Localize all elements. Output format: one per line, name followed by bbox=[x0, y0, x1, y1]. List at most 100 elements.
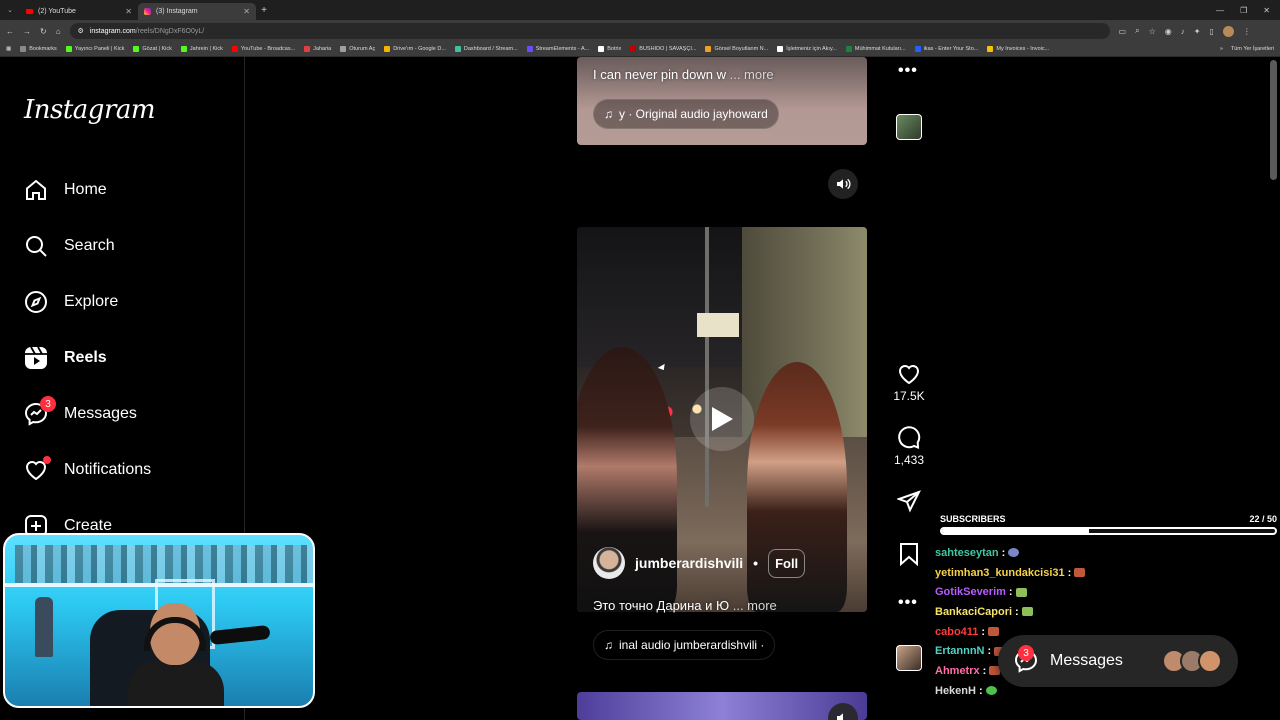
audio-pill-previous[interactable]: ♫ y · Original audio jayhoward bbox=[593, 99, 779, 129]
minimize-icon[interactable]: — bbox=[1216, 6, 1224, 15]
more-link[interactable]: ... more bbox=[733, 598, 777, 613]
like-action[interactable]: 17.5K bbox=[893, 362, 925, 403]
restore-icon[interactable]: ❐ bbox=[1240, 6, 1247, 15]
more-link[interactable]: ... more bbox=[730, 67, 774, 82]
heart-icon bbox=[24, 456, 51, 482]
all-bookmarks-folder[interactable]: Tüm Yer İşaretleri bbox=[1231, 46, 1274, 52]
bookmarks-bar: ▦ Bookmarks Yayıncı Paneli | Kick Gözat | … bbox=[0, 42, 1280, 57]
chat-separator: : bbox=[981, 625, 986, 638]
apps-icon[interactable]: ▦ bbox=[6, 46, 11, 52]
play-button[interactable] bbox=[690, 387, 754, 451]
cast-icon[interactable]: ▭ bbox=[1119, 27, 1127, 36]
nav-label: Home bbox=[64, 181, 107, 198]
audio-icon[interactable]: ♪ bbox=[1181, 27, 1185, 36]
chat-message: yetimhan3_kundakcisi31: bbox=[935, 563, 1135, 583]
bookmark-item[interactable]: StreamElements - A... bbox=[526, 46, 589, 52]
sound-toggle[interactable] bbox=[828, 169, 858, 199]
home-browser-icon[interactable]: ⌂ bbox=[56, 27, 61, 36]
extension-icon[interactable]: ◉ bbox=[1165, 27, 1172, 36]
bookmark-item[interactable]: Jahrein | Kick bbox=[180, 46, 223, 52]
audio-thumbnail-previous[interactable] bbox=[896, 114, 922, 140]
menu-icon[interactable]: ⋮ bbox=[1243, 27, 1251, 36]
back-icon[interactable]: ← bbox=[6, 27, 14, 36]
username[interactable]: jumberardishvili bbox=[635, 555, 743, 571]
tab-youtube[interactable]: (2) YouTube ✕ bbox=[20, 3, 138, 20]
window-controls: — ❐ ✕ bbox=[1216, 6, 1280, 15]
chat-emote-icon bbox=[1008, 548, 1020, 558]
comment-action[interactable]: 1,433 bbox=[893, 426, 925, 467]
close-window-icon[interactable]: ✕ bbox=[1263, 6, 1270, 15]
bookmark-item[interactable]: Drive'ım - Google D... bbox=[384, 46, 446, 52]
sidepanel-icon[interactable]: ▯ bbox=[1209, 27, 1213, 36]
bookmark-item[interactable]: Yayıncı Paneli | Kick bbox=[65, 46, 124, 52]
streamer-webcam bbox=[3, 533, 315, 708]
chat-separator: : bbox=[1015, 605, 1019, 618]
chat-separator: : bbox=[1001, 546, 1006, 559]
messages-drawer[interactable]: 3 Messages bbox=[998, 635, 1238, 687]
bookmark-item[interactable]: Gözat | Kick bbox=[133, 46, 172, 52]
bookmark-favicon-icon bbox=[454, 46, 461, 52]
bookmark-item[interactable]: İşletmeniz için Akıy... bbox=[777, 46, 837, 52]
address-field[interactable]: ⚙ instagram.com/reels/DNgDxF6O0yL/ bbox=[69, 23, 1110, 39]
play-icon bbox=[712, 407, 733, 431]
bookmark-favicon-icon bbox=[180, 46, 187, 52]
audio-thumbnail-main[interactable] bbox=[896, 645, 922, 671]
forward-icon[interactable]: → bbox=[23, 27, 31, 36]
chat-emote-icon bbox=[985, 686, 997, 696]
nav-home[interactable]: Home bbox=[24, 170, 234, 210]
nav-label: Notifications bbox=[64, 461, 152, 478]
close-tab-icon[interactable]: ✕ bbox=[125, 7, 132, 16]
nav-messages[interactable]: 3 Messages bbox=[24, 394, 234, 434]
nav-search[interactable]: Search bbox=[24, 226, 234, 266]
avatar[interactable] bbox=[593, 547, 625, 579]
bookmark-item[interactable]: Dashboard / Stream... bbox=[454, 46, 518, 52]
tab-instagram[interactable]: (3) Instagram ✕ bbox=[138, 3, 256, 20]
tab-search-icon[interactable]: ⌄ bbox=[0, 6, 20, 14]
bookmark-favicon-icon bbox=[231, 46, 238, 52]
bookmark-item[interactable]: Oturum Aç bbox=[340, 46, 375, 52]
bookmark-item[interactable]: BUSHIDO | SAVAŞÇI... bbox=[630, 46, 696, 52]
nav-label: Search bbox=[64, 237, 115, 254]
nav-explore[interactable]: Explore bbox=[24, 282, 234, 322]
bookmark-item[interactable]: My Invoices - Invoic... bbox=[987, 46, 1049, 52]
star-icon[interactable]: ☆ bbox=[1149, 27, 1156, 36]
close-tab-icon[interactable]: ✕ bbox=[243, 7, 250, 16]
notification-dot bbox=[43, 456, 51, 464]
bookmark-item[interactable]: Görsel Boyutlanm N... bbox=[705, 46, 768, 52]
youtube-favicon-icon bbox=[26, 9, 33, 14]
instagram-logo[interactable]: Instagram bbox=[24, 95, 156, 125]
bookmark-favicon-icon bbox=[340, 46, 347, 52]
save-action[interactable] bbox=[893, 542, 925, 566]
nav-notifications[interactable]: Notifications bbox=[24, 450, 234, 490]
share-icon bbox=[897, 490, 921, 513]
bookmark-item[interactable]: Mühimmat Kutuları... bbox=[845, 46, 906, 52]
bookmark-item[interactable]: YouTube - Broadcas... bbox=[231, 46, 295, 52]
reel-video-next[interactable] bbox=[577, 692, 867, 720]
zoom-icon[interactable]: ⌕ bbox=[1135, 26, 1139, 36]
chat-username: GotikSeverim bbox=[935, 586, 1006, 599]
reel-caption-main: Это точно Дарина и Ю ... more bbox=[593, 598, 777, 613]
follow-button[interactable]: Foll bbox=[768, 548, 806, 578]
reload-icon[interactable]: ↻ bbox=[40, 27, 47, 36]
page-scrollbar[interactable] bbox=[1270, 60, 1277, 180]
bookmark-item[interactable]: ikas - Enter Your Sto... bbox=[914, 46, 978, 52]
more-options-icon[interactable]: ••• bbox=[898, 62, 918, 80]
bookmark-favicon-icon bbox=[384, 46, 391, 52]
bookmark-item[interactable]: Botrix bbox=[598, 46, 621, 52]
nav-reels[interactable]: Reels bbox=[24, 338, 234, 378]
chat-username: ErtannnN bbox=[935, 645, 985, 658]
share-action[interactable] bbox=[893, 489, 925, 513]
audio-pill-main[interactable]: ♫ inal audio jumberardishvili · bbox=[593, 630, 776, 660]
site-info-icon[interactable]: ⚙ bbox=[78, 27, 84, 35]
bookmark-item[interactable]: Jaharia bbox=[304, 46, 331, 52]
profile-avatar[interactable] bbox=[1222, 25, 1234, 37]
new-tab-icon[interactable]: + bbox=[256, 5, 272, 16]
more-bookmarks-icon[interactable]: » bbox=[1220, 46, 1223, 52]
bookmark-item[interactable]: Bookmarks bbox=[20, 46, 57, 52]
chat-emote-icon bbox=[1015, 587, 1027, 597]
messages-drawer-badge: 3 bbox=[1018, 645, 1034, 661]
extensions-area: ▭ ⌕ ☆ ◉ ♪ ✦ ▯ ⋮ bbox=[1119, 25, 1251, 37]
more-options-icon[interactable]: ••• bbox=[898, 594, 918, 612]
puzzle-icon[interactable]: ✦ bbox=[1194, 27, 1201, 36]
chat-message: sahteseytan: bbox=[935, 543, 1135, 563]
